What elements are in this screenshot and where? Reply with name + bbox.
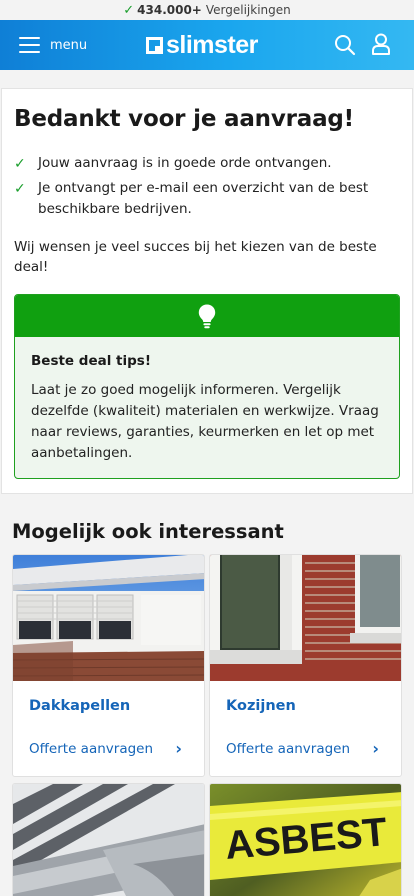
comparison-label: Vergelijkingen <box>205 3 291 17</box>
tile-title: Dakkapellen <box>29 698 131 714</box>
comparison-count: 434.000+ <box>137 3 202 17</box>
logo-mark-icon <box>146 37 163 54</box>
quote-link[interactable]: Offerte aanvragen › <box>13 725 204 776</box>
chevron-right-icon: › <box>175 739 182 758</box>
lightbulb-icon <box>198 304 216 328</box>
kozijn-image <box>210 555 401 681</box>
logo[interactable]: slimster <box>146 31 258 60</box>
chevron-right-icon: › <box>372 739 379 758</box>
list-item: ✓ Je ontvangt per e-mail een overzicht v… <box>14 178 400 220</box>
checkmark-icon: ✓ <box>14 156 26 172</box>
confirmation-card: Bedankt voor je aanvraag! ✓ Jouw aanvraa… <box>1 88 413 494</box>
asbest-image: ASBEST <box>210 784 401 896</box>
tip-box: Beste deal tips! Laat je zo goed mogelij… <box>14 294 400 479</box>
quote-link-label: Offerte aanvragen <box>29 740 154 757</box>
menu-button[interactable]: menu <box>0 20 87 70</box>
gutter-image <box>13 784 204 896</box>
check-text: Jouw aanvraag is in goede orde ontvangen… <box>38 155 332 171</box>
hamburger-icon <box>19 37 40 53</box>
usp-bar: ✓ 434.000+ Vergelijkingen <box>0 0 414 20</box>
menu-label: menu <box>50 37 88 53</box>
checkmark-icon: ✓ <box>123 2 135 18</box>
logo-text: slimster <box>166 31 258 59</box>
user-icon[interactable] <box>371 33 391 55</box>
related-section-title: Mogelijk ook interessant <box>12 520 284 543</box>
search-icon[interactable] <box>334 34 356 56</box>
site-header: menu slimster <box>0 20 414 70</box>
wish-text: Wij wensen je veel succes bij het kiezen… <box>14 239 377 275</box>
quote-link-label: Offerte aanvragen <box>226 740 351 757</box>
page-title: Bedankt voor je aanvraag! <box>14 106 354 132</box>
list-item: ✓ Jouw aanvraag is in goede orde ontvang… <box>14 153 400 175</box>
related-tile-asbest[interactable]: ASBEST <box>209 783 402 896</box>
related-tile-gutter[interactable] <box>12 783 205 896</box>
confirmation-checklist: ✓ Jouw aanvraag is in goede orde ontvang… <box>14 153 400 220</box>
tip-body: Beste deal tips! Laat je zo goed mogelij… <box>15 337 399 478</box>
tile-title: Kozijnen <box>226 698 296 714</box>
related-tile-kozijnen[interactable]: Kozijnen Offerte aanvragen › <box>209 554 402 777</box>
tip-text: Laat je zo goed mogelijk informeren. Ver… <box>31 382 379 461</box>
tip-title: Beste deal tips! <box>31 353 151 369</box>
tip-header <box>15 295 399 337</box>
related-grid: Dakkapellen Offerte aanvragen › Kozijnen… <box>12 554 414 896</box>
check-text: Je ontvangt per e-mail een overzicht van… <box>38 180 369 217</box>
related-tile-dakkapellen[interactable]: Dakkapellen Offerte aanvragen › <box>12 554 205 777</box>
checkmark-icon: ✓ <box>14 181 26 197</box>
quote-link[interactable]: Offerte aanvragen › <box>210 725 401 776</box>
dakkapel-image <box>13 555 204 681</box>
